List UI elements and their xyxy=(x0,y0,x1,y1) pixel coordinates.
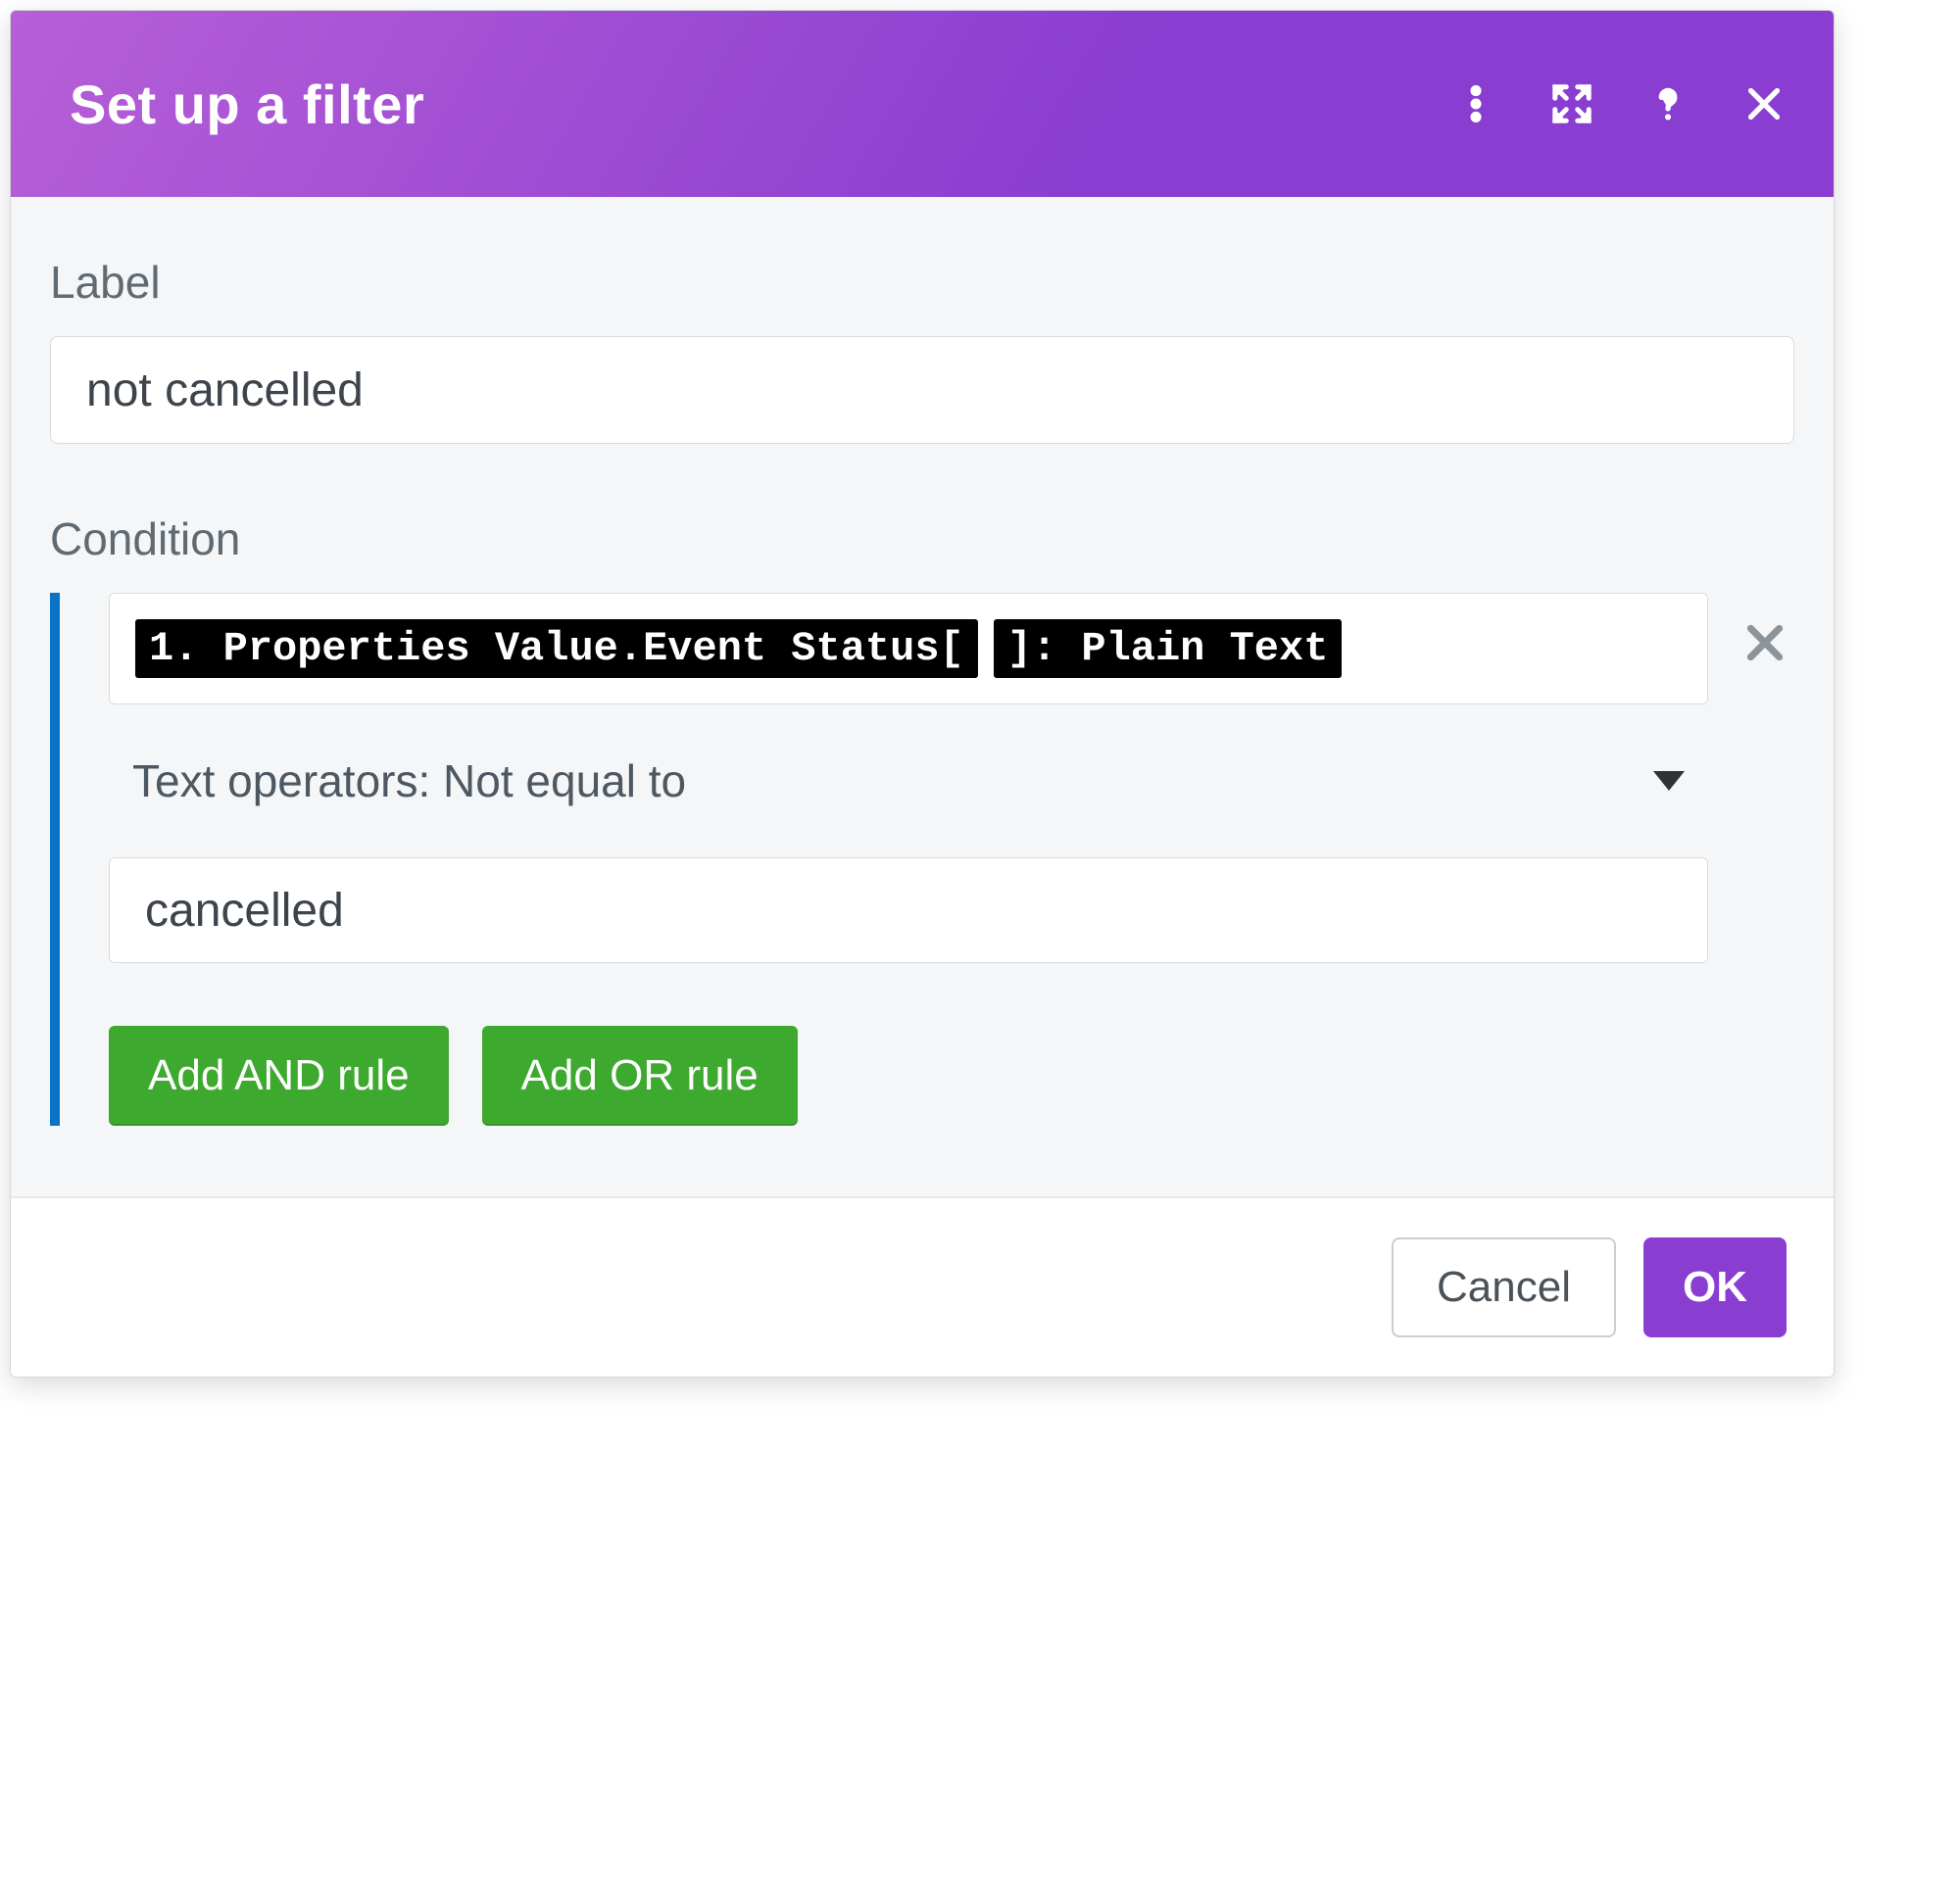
modal-footer: Cancel OK xyxy=(11,1196,1834,1377)
more-options-icon[interactable] xyxy=(1453,81,1498,126)
label-section-title: Label xyxy=(50,256,1794,309)
expression-token: ]: Plain Text xyxy=(994,619,1343,678)
condition-expression-input[interactable]: 1. Properties Value.Event Status[ ]: Pla… xyxy=(109,593,1708,704)
chevron-down-icon xyxy=(1653,771,1685,791)
operator-select-label: Text operators: Not equal to xyxy=(132,754,686,807)
add-and-rule-button[interactable]: Add AND rule xyxy=(109,1026,449,1126)
cancel-button[interactable]: Cancel xyxy=(1392,1237,1616,1337)
help-icon[interactable] xyxy=(1645,81,1690,126)
operator-select[interactable]: Text operators: Not equal to xyxy=(109,734,1708,828)
modal-body: Label Condition 1. Properties Value.Even… xyxy=(11,197,1834,1196)
condition-rule: 1. Properties Value.Event Status[ ]: Pla… xyxy=(50,593,1794,1126)
condition-value-input[interactable] xyxy=(109,857,1708,963)
close-icon[interactable] xyxy=(1741,81,1787,126)
modal-title: Set up a filter xyxy=(70,73,424,136)
expand-icon[interactable] xyxy=(1549,81,1594,126)
remove-rule-icon[interactable] xyxy=(1740,618,1789,667)
header-toolbar xyxy=(1453,81,1787,126)
label-input[interactable] xyxy=(50,336,1794,444)
add-or-rule-button[interactable]: Add OR rule xyxy=(482,1026,798,1126)
expression-token: 1. Properties Value.Event Status[ xyxy=(135,619,978,678)
filter-modal: Set up a filter xyxy=(10,10,1835,1378)
ok-button[interactable]: OK xyxy=(1643,1237,1787,1337)
modal-header: Set up a filter xyxy=(11,11,1834,197)
condition-section-title: Condition xyxy=(50,512,1794,565)
